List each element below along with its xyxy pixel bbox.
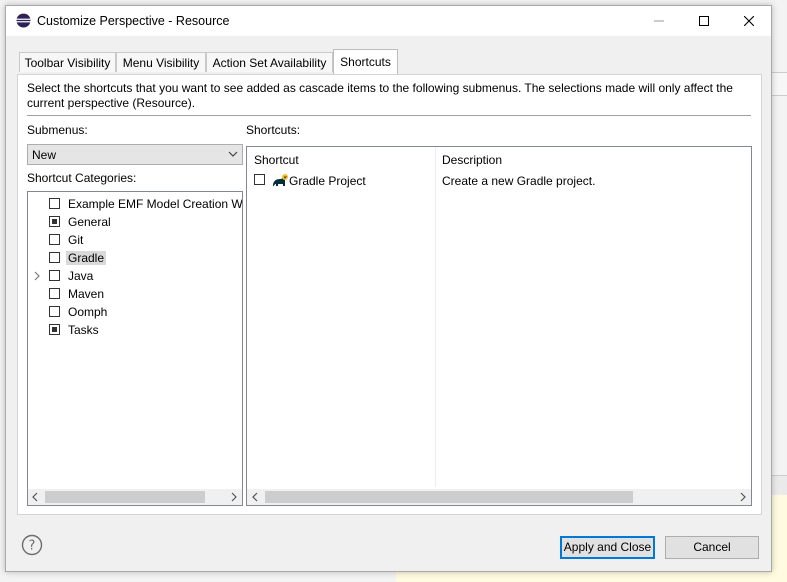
tree-item-gradle[interactable]: Gradle	[28, 249, 242, 267]
tab-label: Menu Visibility	[122, 56, 200, 70]
tab-action-set-availability[interactable]: Action Set Availability	[206, 52, 333, 72]
shortcut-name: Gradle Project	[289, 174, 366, 188]
tree-item-label: Maven	[68, 287, 105, 301]
category-checkbox[interactable]	[49, 198, 60, 209]
tab-toolbar-visibility[interactable]: Toolbar Visibility	[19, 52, 116, 72]
tree-item-maven[interactable]: Maven	[28, 285, 242, 303]
chevron-right-icon[interactable]	[737, 492, 747, 502]
tree-item-tasks[interactable]: Tasks	[28, 321, 242, 339]
chevron-left-icon[interactable]	[251, 492, 261, 502]
tree-item-label: Gradle	[66, 251, 107, 265]
tree-item-general[interactable]: General	[28, 213, 242, 231]
submenus-selected-value: New	[32, 148, 57, 162]
tab-label: Shortcuts	[340, 55, 391, 69]
background-panel-strip	[772, 475, 787, 496]
shortcuts-panel: Select the shortcuts that you want to se…	[17, 74, 762, 515]
tree-item-label: Tasks	[68, 323, 99, 337]
gradle-icon	[273, 174, 288, 186]
tree-item-git[interactable]: Git	[28, 231, 242, 249]
tree-item-label: General	[68, 215, 111, 229]
tree-item-java[interactable]: Java	[28, 267, 242, 285]
category-checkbox[interactable]	[49, 216, 60, 227]
background-toolbar-strip	[772, 72, 787, 96]
tree-item-label: Java	[68, 269, 94, 283]
tab-label: Toolbar Visibility	[24, 56, 111, 70]
customize-perspective-dialog: Customize Perspective - Resource Toolbar…	[5, 5, 772, 572]
category-checkbox[interactable]	[49, 288, 60, 299]
background-editor-area	[772, 495, 787, 582]
tree-item-example-emf[interactable]: Example EMF Model Creation Wizards	[28, 195, 242, 213]
shortcut-checkbox[interactable]	[254, 174, 265, 185]
tree-item-label: Oomph	[68, 305, 108, 319]
submenus-dropdown[interactable]: New	[27, 144, 243, 165]
close-button[interactable]	[726, 6, 771, 36]
minimize-button[interactable]	[636, 6, 681, 36]
table-horizontal-scrollbar[interactable]	[247, 489, 751, 505]
maximize-button[interactable]	[681, 6, 726, 36]
scrollbar-thumb[interactable]	[265, 491, 633, 503]
cancel-button[interactable]: Cancel	[665, 536, 759, 559]
scrollbar-thumb[interactable]	[45, 491, 205, 503]
column-divider	[435, 147, 436, 487]
chevron-down-icon	[228, 151, 238, 157]
eclipse-icon	[16, 13, 31, 28]
chevron-right-icon[interactable]	[228, 492, 238, 502]
shortcuts-table[interactable]: Shortcut Description Gradle Project Crea…	[246, 146, 752, 506]
background-editor-area-bottom	[396, 572, 787, 582]
shortcuts-label: Shortcuts:	[246, 123, 301, 137]
shortcut-description: Create a new Gradle project.	[442, 174, 596, 188]
category-checkbox[interactable]	[49, 234, 60, 245]
column-header-description[interactable]: Description	[442, 153, 502, 167]
maximize-icon	[698, 16, 709, 26]
close-icon	[743, 16, 754, 26]
tab-menu-visibility[interactable]: Menu Visibility	[116, 52, 206, 72]
tree-item-label: Git	[68, 233, 84, 247]
description-text: Select the shortcuts that you want to se…	[27, 81, 733, 110]
shortcut-categories-tree[interactable]: Example EMF Model Creation Wizards Gener…	[27, 191, 243, 506]
tab-label: Action Set Availability	[212, 56, 327, 70]
shortcut-categories-label: Shortcut Categories:	[27, 171, 137, 185]
chevron-left-icon[interactable]	[31, 492, 41, 502]
help-icon[interactable]: ?	[21, 534, 43, 556]
category-checkbox[interactable]	[49, 324, 60, 335]
tree-horizontal-scrollbar[interactable]	[28, 489, 242, 505]
apply-and-close-button[interactable]: Apply and Close	[560, 536, 655, 559]
tree-item-oomph[interactable]: Oomph	[28, 303, 242, 321]
submenus-label: Submenus:	[27, 123, 88, 137]
title-bar[interactable]: Customize Perspective - Resource	[6, 6, 771, 36]
window-title: Customize Perspective - Resource	[37, 14, 230, 28]
svg-text:?: ?	[29, 539, 36, 554]
minimize-icon	[653, 20, 664, 22]
column-header-shortcut[interactable]: Shortcut	[254, 153, 299, 167]
chevron-right-icon[interactable]	[33, 271, 41, 281]
category-checkbox[interactable]	[49, 270, 60, 281]
separator	[27, 115, 751, 116]
tree-item-label: Example EMF Model Creation Wizards	[68, 197, 243, 211]
tab-shortcuts[interactable]: Shortcuts	[333, 49, 398, 74]
category-checkbox[interactable]	[49, 252, 60, 263]
category-checkbox[interactable]	[49, 306, 60, 317]
